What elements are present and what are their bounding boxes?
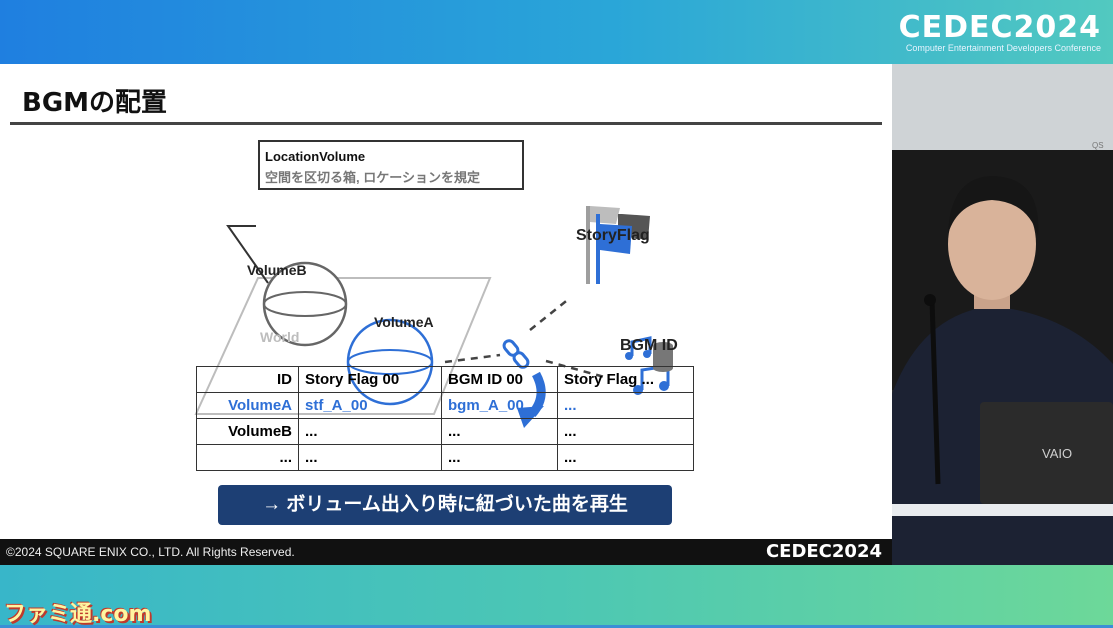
link-line-flag <box>529 297 571 331</box>
title-divider <box>10 122 882 125</box>
table-cell: ... <box>298 418 442 445</box>
table-cell: ... <box>441 418 558 445</box>
table-cell: ... <box>196 444 299 471</box>
bgm-id-label: BGM ID <box>620 337 678 354</box>
cedec-logo-text: CEDEC2024 <box>898 10 1101 45</box>
table-cell: ... <box>557 444 694 471</box>
table-header-cell: Story Flag 00 <box>298 366 442 393</box>
presentation-slide: BGMの配置 LocationVolume 空間を区切る箱, ロケーションを規定… <box>0 64 892 565</box>
slide-footer: ©2024 SQUARE ENIX CO., LTD. All Rights R… <box>0 539 892 565</box>
result-banner: → ボリューム出入り時に紐づいた曲を再生 <box>218 485 672 525</box>
table-cell: bgm_A_00 <box>441 392 558 419</box>
table-cell: ... <box>298 444 442 471</box>
table-header-cell: ID <box>196 366 299 393</box>
story-flag-label: StoryFlag <box>576 227 650 244</box>
table-header-cell: BGM ID 00 <box>441 366 558 393</box>
laptop: VAIO <box>980 402 1113 504</box>
bottom-banner <box>0 565 1113 625</box>
table-cell: ... <box>557 392 694 419</box>
link-line-volume <box>444 353 501 364</box>
callout-description: 空間を区切る箱, ロケーションを規定 <box>265 170 480 185</box>
laptop-brand: VAIO <box>1042 446 1072 461</box>
volume-b-label: VolumeB <box>247 262 307 278</box>
table-row: VolumeA stf_A_00 bgm_A_00 ... <box>196 392 694 419</box>
table-header-cell: Story Flag ... <box>557 366 694 393</box>
table-cell: ... <box>557 418 694 445</box>
table-cell: VolumeB <box>196 418 299 445</box>
table-cell: VolumeA <box>196 392 299 419</box>
bgm-table: ID Story Flag 00 BGM ID 00 Story Flag ..… <box>196 366 694 471</box>
story-flag-icon <box>586 206 650 284</box>
famitsu-watermark: ファミ通.com <box>4 602 152 627</box>
speaker-video-frame: VAIO QS <box>892 64 1113 565</box>
table-row: VolumeB ... ... ... <box>196 418 694 445</box>
chain-link-icon <box>502 339 530 369</box>
location-volume-callout: LocationVolume 空間を区切る箱, ロケーションを規定 <box>258 140 524 190</box>
cedec-logo-footer: CEDEC2024 <box>765 541 882 562</box>
copyright-text: ©2024 SQUARE ENIX CO., LTD. All Rights R… <box>6 545 295 559</box>
table-header-row: ID Story Flag 00 BGM ID 00 Story Flag ..… <box>196 366 694 393</box>
corner-mark: QS <box>1092 141 1104 150</box>
volume-a-label: VolumeA <box>374 314 434 330</box>
table-cell: ... <box>441 444 558 471</box>
cedec-subtitle: Computer Entertainment Developers Confer… <box>905 43 1101 53</box>
world-label: World <box>260 329 300 345</box>
slide-title: BGMの配置 <box>22 88 168 118</box>
cedec-logo-top: CEDEC2024 Computer Entertainment Develop… <box>899 10 1101 53</box>
table-cell: stf_A_00 <box>298 392 442 419</box>
table-row: ... ... ... ... <box>196 444 694 471</box>
callout-title: LocationVolume <box>265 149 366 164</box>
speaker-camera-feed: VAIO QS <box>892 64 1113 565</box>
